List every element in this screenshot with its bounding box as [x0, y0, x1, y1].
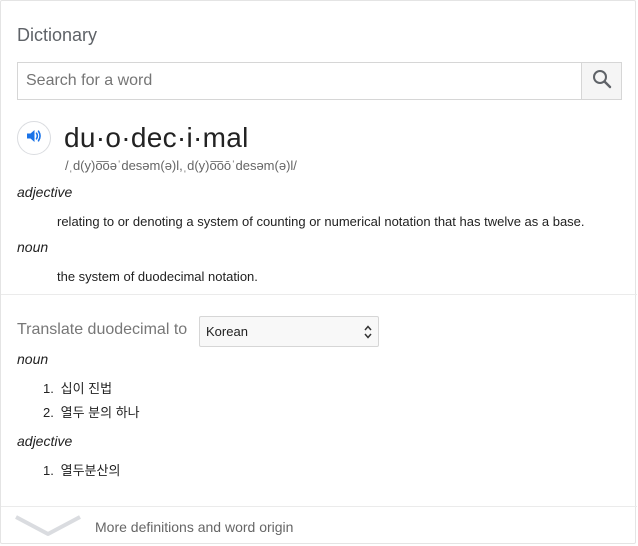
part-of-speech-adjective: adjective — [17, 184, 73, 200]
speaker-icon — [25, 127, 43, 150]
translation-item: 1. 십이 진법 — [43, 381, 113, 396]
part-of-speech-noun: noun — [17, 239, 49, 255]
translation-pos-noun: noun — [17, 351, 49, 367]
search-button[interactable] — [581, 63, 621, 99]
selected-language: Korean — [206, 324, 248, 339]
translation-pos-adjective: adjective — [17, 433, 73, 449]
translation-item: 2. 열두 분의 하나 — [43, 405, 140, 420]
select-arrows-icon — [364, 325, 372, 342]
language-select[interactable]: Korean — [199, 316, 379, 347]
card-title: Dictionary — [17, 25, 98, 45]
translation-item: 1. 열두분산의 — [43, 463, 121, 478]
more-definitions-link[interactable]: More definitions and word origin — [95, 519, 293, 535]
search-icon — [592, 69, 612, 94]
search-box — [17, 62, 622, 100]
phonetic-spelling: /ˌd(y)o͞oəˈdesəm(ə)l,ˌd(y)o͞oōˈdesəm(ə)l… — [65, 158, 297, 173]
dictionary-card: Dictionary du·o·dec·i·mal /ˌd(y)o͞oəˈdes… — [0, 0, 637, 544]
search-input[interactable] — [18, 63, 581, 99]
headword: du·o·dec·i·mal — [64, 122, 249, 153]
translate-label: Translate duodecimal to — [17, 321, 188, 338]
chevron-down-icon[interactable] — [15, 514, 81, 543]
definition-adjective: relating to or denoting a system of coun… — [57, 214, 585, 229]
definition-noun: the system of duodecimal notation. — [57, 269, 258, 284]
pronunciation-button[interactable] — [17, 121, 51, 155]
section-divider — [1, 294, 637, 295]
footer-divider — [1, 506, 637, 507]
